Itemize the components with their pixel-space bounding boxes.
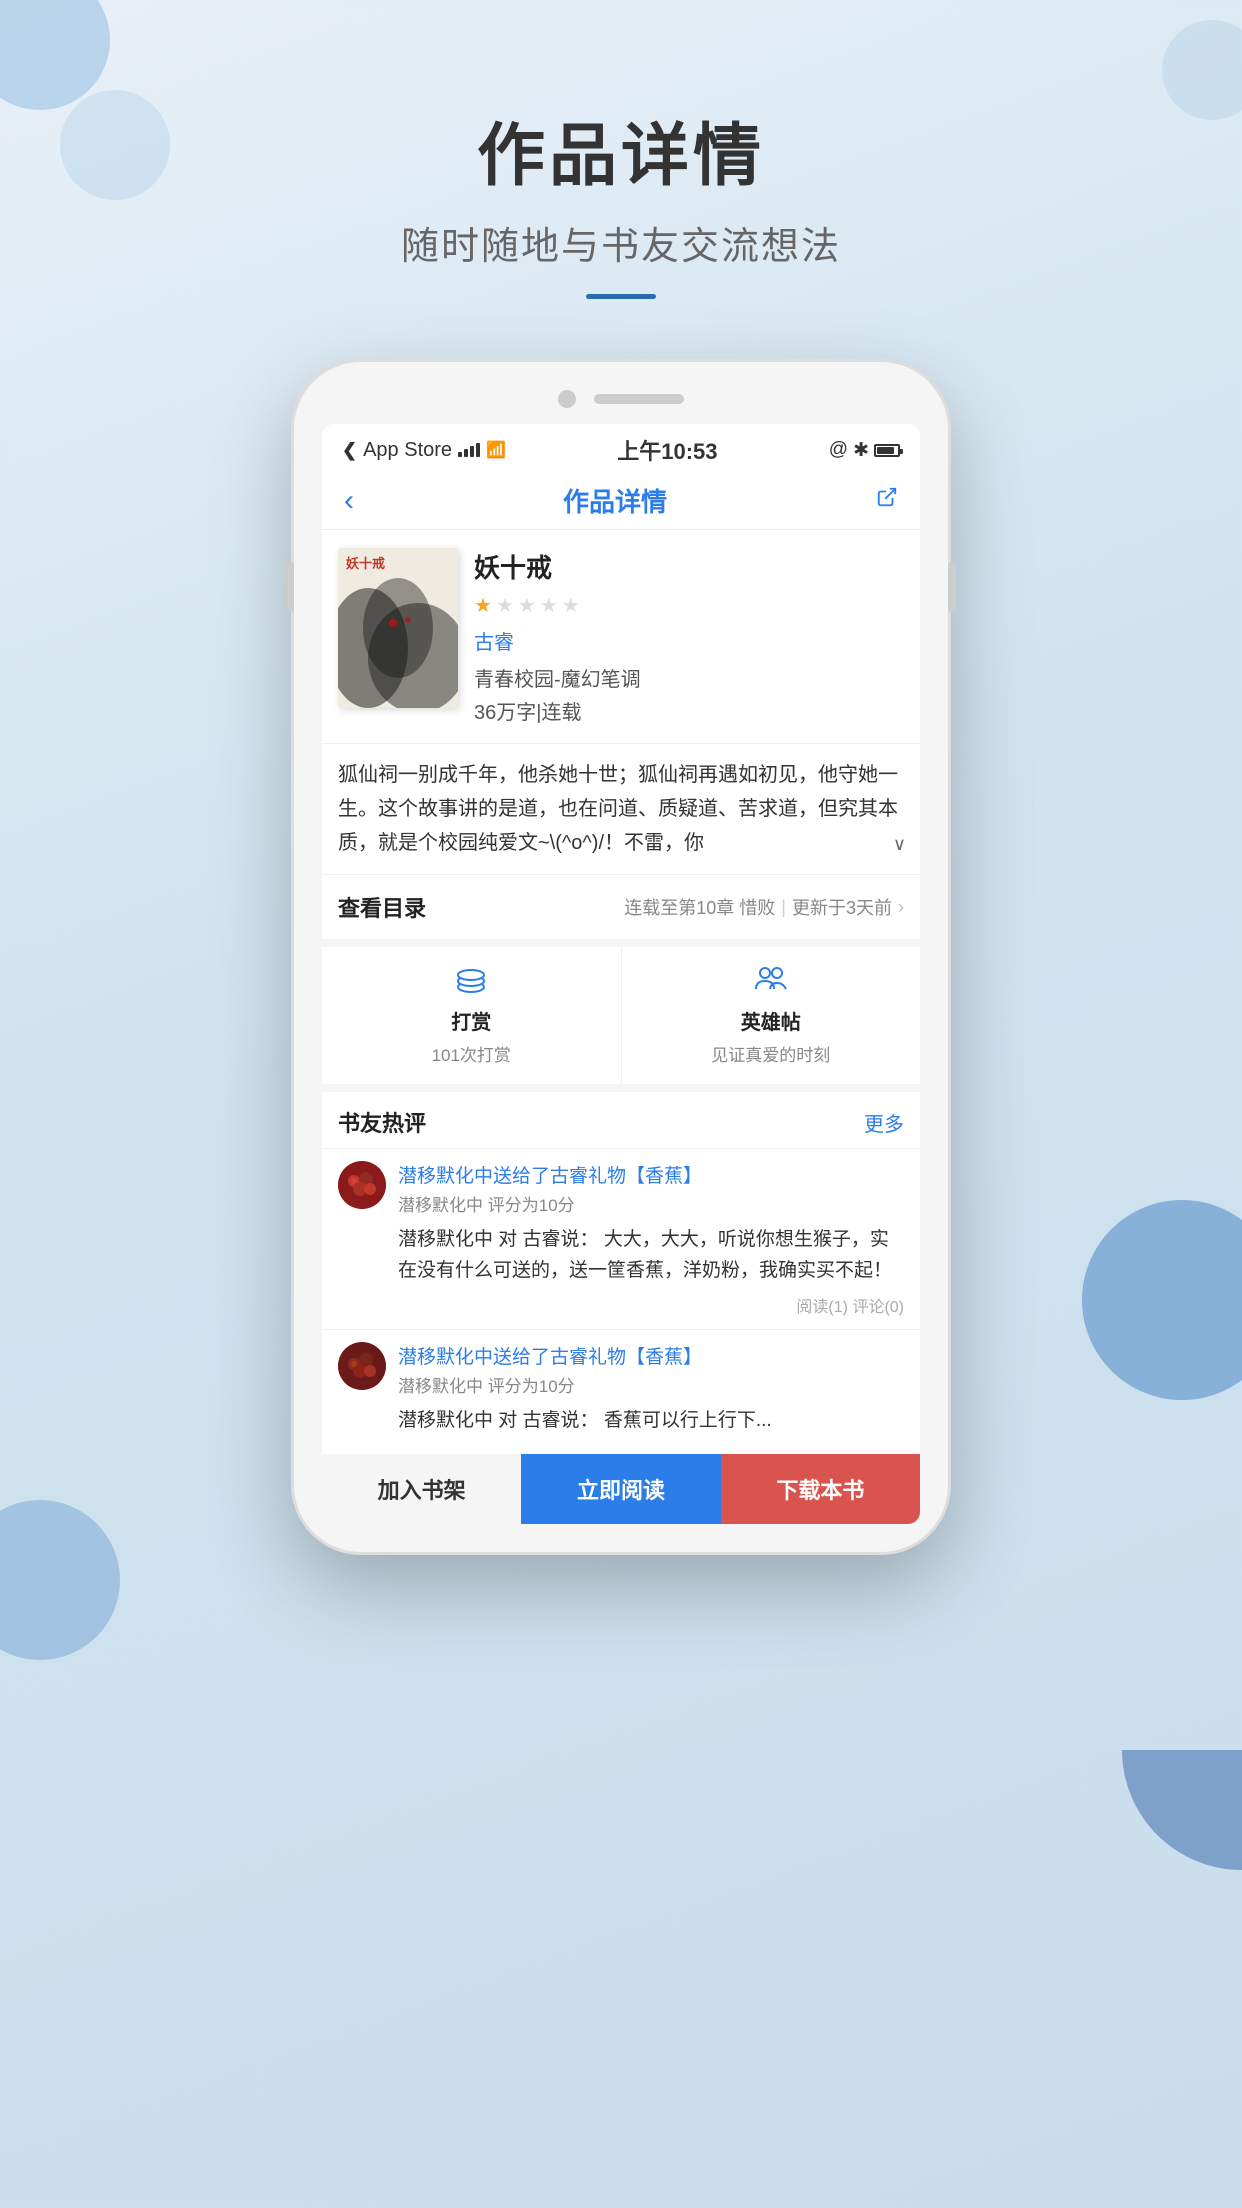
review-user-2: 潜移默化中 评分为10分 [398, 1372, 904, 1397]
review-item: 潜移默化中送给了古睿礼物【香蕉】 潜移默化中 评分为10分 潜移默化中 对 古睿… [322, 1148, 920, 1329]
svg-text:妖十戒: 妖十戒 [346, 556, 385, 571]
star-3: ★ [518, 593, 536, 618]
bottom-bar: 加入书架 立即阅读 下载本书 [322, 1454, 920, 1524]
page-divider [586, 294, 656, 299]
review-header-2: 潜移默化中送给了古睿礼物【香蕉】 潜移默化中 评分为10分 [338, 1342, 904, 1397]
catalog-label: 查看目录 [338, 891, 426, 923]
review-content-1: 潜移默化中 对 古睿说： 大大，大大，听说你想生猴子，实在没有什么可送的，送一筐… [338, 1224, 904, 1287]
review-read-count-1: 阅读(1) [796, 1299, 848, 1316]
status-time: 上午10:53 [617, 434, 717, 466]
star-rating: ★ ★ ★ ★ ★ [474, 593, 904, 618]
book-genre: 青春校园-魔幻笔调 [474, 663, 904, 692]
phone-side-right [948, 562, 956, 612]
book-details: 妖十戒 ★ ★ ★ ★ ★ 古睿 青春校园-魔幻笔调 36万字|连载 [474, 548, 904, 725]
phone-mockup: ❮ App Store 📶 上午10:53 @ ✱ [291, 359, 951, 1555]
review-content-2: 潜移默化中 对 古睿说： 香蕉可以行上行下... [338, 1405, 904, 1436]
hero-post-icon [754, 965, 788, 1000]
phone-camera [558, 390, 576, 408]
status-left: ❮ App Store 📶 [342, 439, 506, 462]
bluetooth-icon: ✱ [853, 439, 869, 462]
hero-post-label: 英雄帖 [741, 1006, 801, 1035]
wifi-icon: 📶 [486, 440, 506, 460]
avatar-2 [338, 1342, 386, 1390]
star-1: ★ [474, 593, 492, 618]
download-button[interactable]: 下载本书 [721, 1454, 920, 1524]
reward-label: 打赏 [451, 1006, 491, 1035]
page-subtitle: 随时随地与书友交流想法 [0, 215, 1242, 270]
reviews-section: 书友热评 更多 [322, 1092, 920, 1454]
expand-icon[interactable]: ∨ [893, 829, 906, 860]
read-now-button[interactable]: 立即阅读 [521, 1454, 720, 1524]
nav-bar: ‹ 作品详情 [322, 472, 920, 530]
phone-wrapper: ❮ App Store 📶 上午10:53 @ ✱ [0, 359, 1242, 1555]
reviews-title: 书友热评 [338, 1106, 426, 1138]
catalog-update: 更新于3天前 [792, 894, 892, 920]
share-button[interactable] [876, 486, 898, 515]
app-store-label: App Store [363, 439, 452, 462]
at-icon: @ [829, 439, 848, 461]
battery-icon [874, 444, 900, 457]
reward-icon [456, 965, 486, 1000]
reward-count: 101次打赏 [432, 1041, 511, 1066]
catalog-chevron-icon: › [898, 897, 904, 918]
battery-fill [877, 447, 894, 454]
reviews-more[interactable]: 更多 [864, 1108, 904, 1137]
phone-side-left [286, 562, 294, 612]
book-author[interactable]: 古睿 [474, 626, 904, 655]
book-description: 狐仙祠一别成千年，他杀她十世；狐仙祠再遇如初见，他守她一生。这个故事讲的是道，也… [322, 744, 920, 875]
review-meta-2: 潜移默化中送给了古睿礼物【香蕉】 潜移默化中 评分为10分 [398, 1342, 904, 1397]
status-right: @ ✱ [829, 439, 900, 462]
review-item-2: 潜移默化中送给了古睿礼物【香蕉】 潜移默化中 评分为10分 潜移默化中 对 古睿… [322, 1329, 920, 1454]
book-info: 妖十戒 妖十戒 ★ ★ ★ ★ ★ 古睿 青春校园-魔幻笔调 36万字|连载 [322, 530, 920, 744]
page-title: 作品详情 [0, 100, 1242, 199]
phone-speaker [594, 394, 684, 404]
hero-post-subtitle: 见证真爱的时刻 [711, 1041, 830, 1066]
review-user-name-1: 潜移默化中 [398, 1196, 483, 1215]
review-comment-count-1: 评论(0) [852, 1299, 904, 1316]
review-meta-1: 潜移默化中送给了古睿礼物【香蕉】 潜移默化中 评分为10分 [398, 1161, 904, 1216]
avatar-1 [338, 1161, 386, 1209]
phone-screen: ❮ App Store 📶 上午10:53 @ ✱ [322, 424, 920, 1524]
back-chevron-icon: ❮ [342, 440, 357, 461]
catalog-chapter: 连载至第10章 惜败 [624, 894, 775, 920]
catalog-info: 连载至第10章 惜败 | 更新于3天前 › [624, 894, 904, 920]
signal-bars-icon [458, 443, 480, 457]
action-reward[interactable]: 打赏 101次打赏 [322, 947, 622, 1084]
action-hero-post[interactable]: 英雄帖 见证真爱的时刻 [622, 947, 921, 1084]
phone-top-bar [322, 390, 920, 408]
book-wordcount: 36万字|连载 [474, 696, 904, 725]
review-user-name-2: 潜移默化中 [398, 1377, 483, 1396]
review-score-text-2: 评分为10分 [488, 1377, 575, 1396]
review-title-1[interactable]: 潜移默化中送给了古睿礼物【香蕉】 [398, 1161, 904, 1188]
book-desc-text: 狐仙祠一别成千年，他杀她十世；狐仙祠再遇如初见，他守她一生。这个故事讲的是道，也… [338, 758, 904, 860]
catalog-separator: | [781, 897, 786, 918]
review-stats-1: 阅读(1) 评论(0) [338, 1293, 904, 1317]
review-score-text-1: 评分为10分 [488, 1196, 575, 1215]
bg-circle-6 [1122, 1750, 1242, 1870]
add-to-shelf-button[interactable]: 加入书架 [322, 1454, 521, 1524]
back-button[interactable]: ‹ [344, 484, 354, 518]
page-header: 作品详情 随时随地与书友交流想法 [0, 0, 1242, 299]
book-cover: 妖十戒 [338, 548, 458, 708]
book-title: 妖十戒 [474, 548, 904, 585]
reviews-header: 书友热评 更多 [322, 1092, 920, 1148]
review-header-1: 潜移默化中送给了古睿礼物【香蕉】 潜移默化中 评分为10分 [338, 1161, 904, 1216]
review-user-1: 潜移默化中 评分为10分 [398, 1191, 904, 1216]
nav-title: 作品详情 [563, 482, 667, 519]
star-4: ★ [540, 593, 558, 618]
catalog-row[interactable]: 查看目录 连载至第10章 惜败 | 更新于3天前 › [322, 875, 920, 947]
review-title-2[interactable]: 潜移默化中送给了古睿礼物【香蕉】 [398, 1342, 904, 1369]
star-2: ★ [496, 593, 514, 618]
status-bar: ❮ App Store 📶 上午10:53 @ ✱ [322, 424, 920, 472]
bg-circle-2 [60, 90, 170, 200]
star-5: ★ [562, 593, 580, 618]
action-row: 打赏 101次打赏 英雄帖 见证真爱的时刻 [322, 947, 920, 1092]
